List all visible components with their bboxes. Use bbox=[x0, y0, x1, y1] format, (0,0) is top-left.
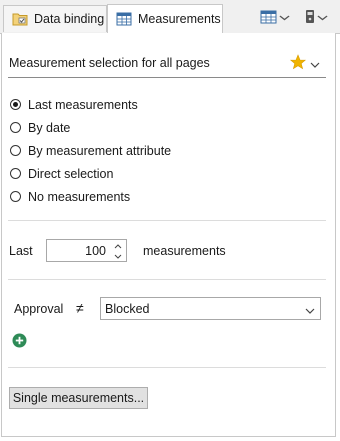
stepper-down-icon[interactable] bbox=[112, 251, 124, 261]
radio-label: Last measurements bbox=[28, 97, 138, 112]
filter-attribute-label: Approval bbox=[14, 302, 64, 316]
chevron-down-icon bbox=[279, 13, 291, 24]
chevron-down-icon bbox=[310, 57, 320, 71]
radio-label: No measurements bbox=[28, 189, 131, 204]
last-count-value: 100 bbox=[85, 244, 106, 258]
radio-last-measurements[interactable]: Last measurements bbox=[10, 93, 171, 116]
single-measurements-button[interactable]: Single measurements... bbox=[9, 387, 148, 409]
radio-label: By date bbox=[28, 120, 71, 135]
last-count-suffix: measurements bbox=[143, 244, 226, 258]
section-title: Measurement selection for all pages bbox=[9, 56, 210, 70]
device-icon bbox=[305, 9, 315, 27]
tab-label: Data binding bbox=[34, 12, 105, 26]
device-menu-button[interactable] bbox=[305, 8, 329, 28]
filter-value-select[interactable]: Blocked bbox=[100, 297, 321, 320]
divider bbox=[8, 220, 326, 221]
section-title-underline bbox=[8, 77, 326, 78]
selection-mode-radio-group: Last measurements By date By measurement… bbox=[10, 93, 171, 208]
tab-data-binding[interactable]: Data binding bbox=[3, 5, 107, 32]
table-icon bbox=[115, 10, 133, 28]
star-icon bbox=[290, 54, 306, 73]
tab-label: Measurements bbox=[138, 12, 221, 26]
radio-button[interactable] bbox=[10, 99, 21, 110]
data-binding-icon bbox=[11, 10, 29, 28]
add-filter-button[interactable] bbox=[12, 333, 27, 348]
radio-button[interactable] bbox=[10, 168, 21, 179]
table-layout-icon bbox=[260, 10, 277, 27]
tab-strip: Data binding Measurements bbox=[0, 0, 340, 34]
add-circle-icon bbox=[12, 333, 27, 351]
divider bbox=[8, 367, 326, 368]
radio-by-date[interactable]: By date bbox=[10, 116, 171, 139]
last-count-stepper[interactable]: 100 bbox=[46, 239, 127, 262]
radio-label: By measurement attribute bbox=[28, 143, 172, 158]
radio-direct-selection[interactable]: Direct selection bbox=[10, 162, 171, 185]
radio-button[interactable] bbox=[10, 191, 21, 202]
chevron-down-icon bbox=[317, 13, 329, 24]
chevron-down-icon bbox=[305, 303, 315, 317]
filter-operator[interactable]: ≠ bbox=[76, 300, 84, 316]
filter-value: Blocked bbox=[105, 302, 150, 316]
radio-label: Direct selection bbox=[28, 166, 114, 181]
radio-by-measurement-attribute[interactable]: By measurement attribute bbox=[10, 139, 171, 162]
last-count-prefix: Last bbox=[9, 244, 33, 258]
radio-no-measurements[interactable]: No measurements bbox=[10, 185, 171, 208]
favorites-menu-button[interactable] bbox=[290, 54, 320, 73]
table-layout-menu-button[interactable] bbox=[260, 8, 291, 28]
tab-measurements[interactable]: Measurements bbox=[107, 4, 223, 33]
divider bbox=[8, 279, 326, 280]
radio-button[interactable] bbox=[10, 122, 21, 133]
radio-button[interactable] bbox=[10, 145, 21, 156]
stepper-up-icon[interactable] bbox=[112, 241, 124, 251]
